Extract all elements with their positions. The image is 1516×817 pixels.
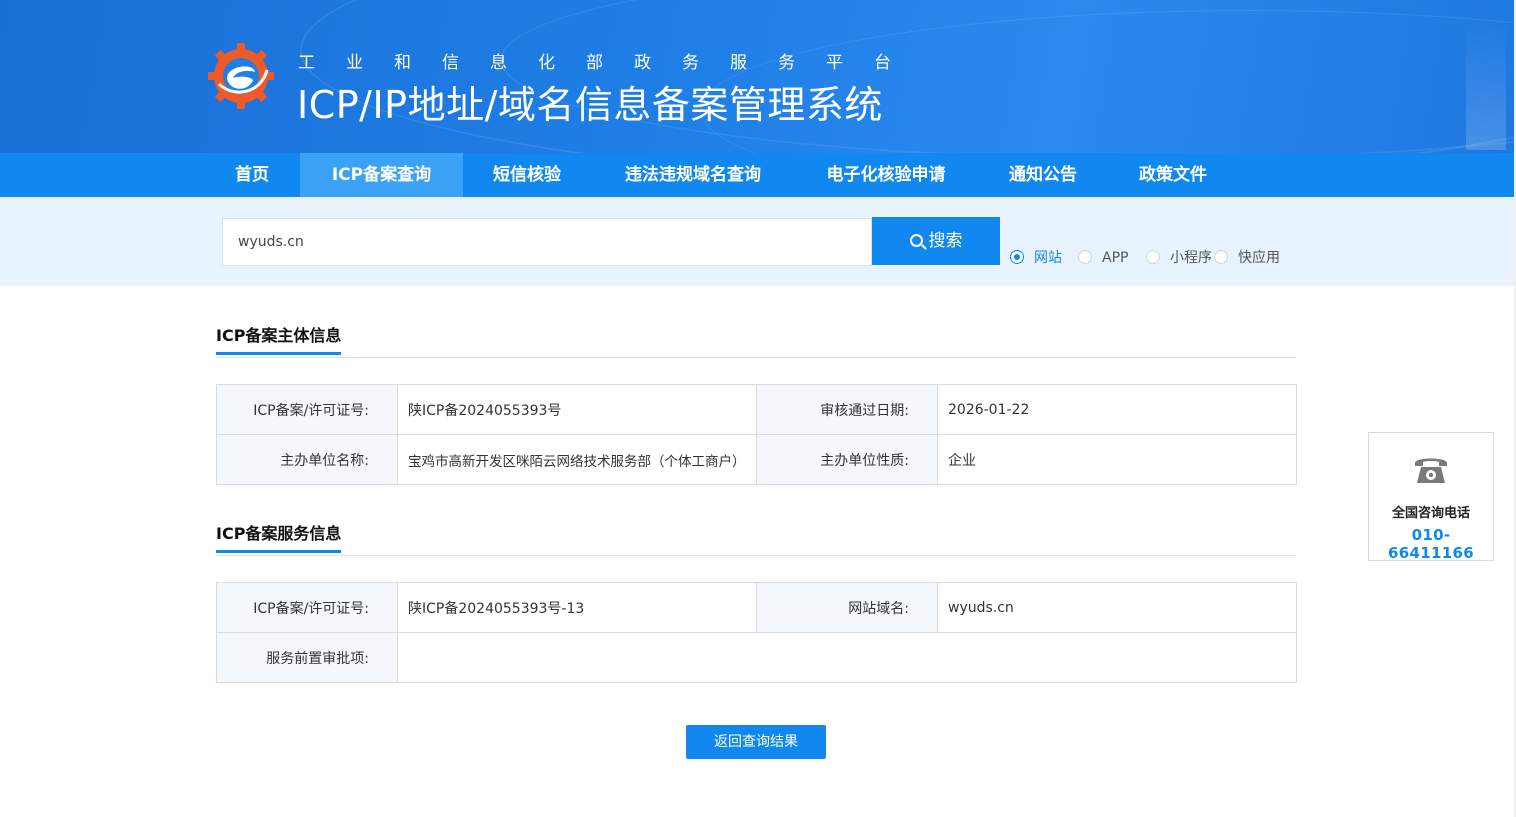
nav-item-e-verify[interactable]: 电子化核验申请 bbox=[804, 153, 968, 197]
radio-label: 网站 bbox=[1034, 250, 1062, 266]
section-title-subject: ICP备案主体信息 bbox=[216, 322, 342, 355]
field-label: 网站域名: bbox=[756, 582, 938, 633]
section-divider bbox=[216, 357, 1296, 358]
nav-item-icp-query[interactable]: ICP备案查询 bbox=[300, 153, 463, 197]
contact-phone-number[interactable]: 010-66411166 bbox=[1369, 526, 1493, 562]
nav-item-home[interactable]: 首页 bbox=[214, 153, 290, 197]
field-value-domain: wyuds.cn bbox=[937, 582, 1297, 633]
back-to-results-button[interactable]: 返回查询结果 bbox=[686, 725, 826, 759]
subject-info-table: ICP备案/许可证号: 陕ICP备2024055393号 审核通过日期: 202… bbox=[216, 384, 1297, 485]
table-row: 主办单位名称: 宝鸡市高新开发区咪陌云网络技术服务部（个体工商户） 主办单位性质… bbox=[216, 434, 1297, 485]
phone-icon bbox=[1415, 458, 1447, 483]
field-value-pre-approval bbox=[397, 632, 1297, 683]
table-row: 服务前置审批项: bbox=[216, 632, 1297, 683]
field-value-approval-date: 2026-01-22 bbox=[937, 384, 1297, 435]
radio-dot-icon bbox=[1010, 250, 1024, 264]
radio-dot-icon bbox=[1214, 250, 1228, 264]
header-banner: 工业和信息化部政务服务平台 ICP/IP地址/域名信息备案管理系统 bbox=[0, 0, 1516, 153]
page-title: ICP/IP地址/域名信息备案管理系统 bbox=[297, 83, 883, 127]
banner-decoration bbox=[1466, 20, 1506, 150]
field-label: ICP备案/许可证号: bbox=[216, 582, 398, 633]
radio-website[interactable]: 网站 bbox=[1010, 249, 1062, 267]
search-button-label: 搜索 bbox=[928, 231, 963, 251]
radio-dot-icon bbox=[1078, 250, 1092, 264]
contact-panel: 全国咨询电话 010-66411166 bbox=[1368, 432, 1494, 562]
field-label: 服务前置审批项: bbox=[216, 632, 398, 683]
radio-label: 小程序 bbox=[1170, 250, 1212, 266]
field-value-organizer: 宝鸡市高新开发区咪陌云网络技术服务部（个体工商户） bbox=[397, 434, 757, 485]
field-value-service-license: 陕ICP备2024055393号-13 bbox=[397, 582, 757, 633]
field-value-organizer-type: 企业 bbox=[937, 434, 1297, 485]
table-row: ICP备案/许可证号: 陕ICP备2024055393号-13 网站域名: wy… bbox=[216, 582, 1297, 633]
search-input[interactable]: wyuds.cn bbox=[222, 218, 872, 266]
radio-quick-app[interactable]: 快应用 bbox=[1214, 249, 1280, 267]
search-icon bbox=[909, 234, 923, 247]
nav-item-sms-verify[interactable]: 短信核验 bbox=[472, 153, 582, 197]
field-label: ICP备案/许可证号: bbox=[216, 384, 398, 435]
radio-app[interactable]: APP bbox=[1078, 249, 1128, 267]
section-title-service: ICP备案服务信息 bbox=[216, 520, 342, 553]
field-label: 审核通过日期: bbox=[756, 384, 938, 435]
table-row: ICP备案/许可证号: 陕ICP备2024055393号 审核通过日期: 202… bbox=[216, 384, 1297, 435]
nav-item-notices[interactable]: 通知公告 bbox=[988, 153, 1098, 197]
search-button[interactable]: 搜索 bbox=[872, 217, 1000, 265]
section-divider bbox=[216, 555, 1296, 556]
radio-label: APP bbox=[1102, 250, 1129, 266]
field-label: 主办单位名称: bbox=[216, 434, 398, 485]
main-nav: 首页 ICP备案查询 短信核验 违法违规域名查询 电子化核验申请 通知公告 政策… bbox=[0, 153, 1516, 197]
miit-logo-icon bbox=[208, 43, 274, 109]
radio-label: 快应用 bbox=[1238, 250, 1280, 266]
nav-item-policy[interactable]: 政策文件 bbox=[1118, 153, 1228, 197]
radio-dot-icon bbox=[1146, 250, 1160, 264]
contact-label: 全国咨询电话 bbox=[1391, 506, 1470, 521]
platform-subtitle: 工业和信息化部政务服务平台 bbox=[298, 53, 922, 73]
nav-item-illegal-domain[interactable]: 违法违规域名查询 bbox=[600, 153, 786, 197]
service-info-table: ICP备案/许可证号: 陕ICP备2024055393号-13 网站域名: wy… bbox=[216, 582, 1297, 683]
field-label: 主办单位性质: bbox=[756, 434, 938, 485]
field-value-license: 陕ICP备2024055393号 bbox=[397, 384, 757, 435]
radio-mini-program[interactable]: 小程序 bbox=[1146, 249, 1212, 267]
